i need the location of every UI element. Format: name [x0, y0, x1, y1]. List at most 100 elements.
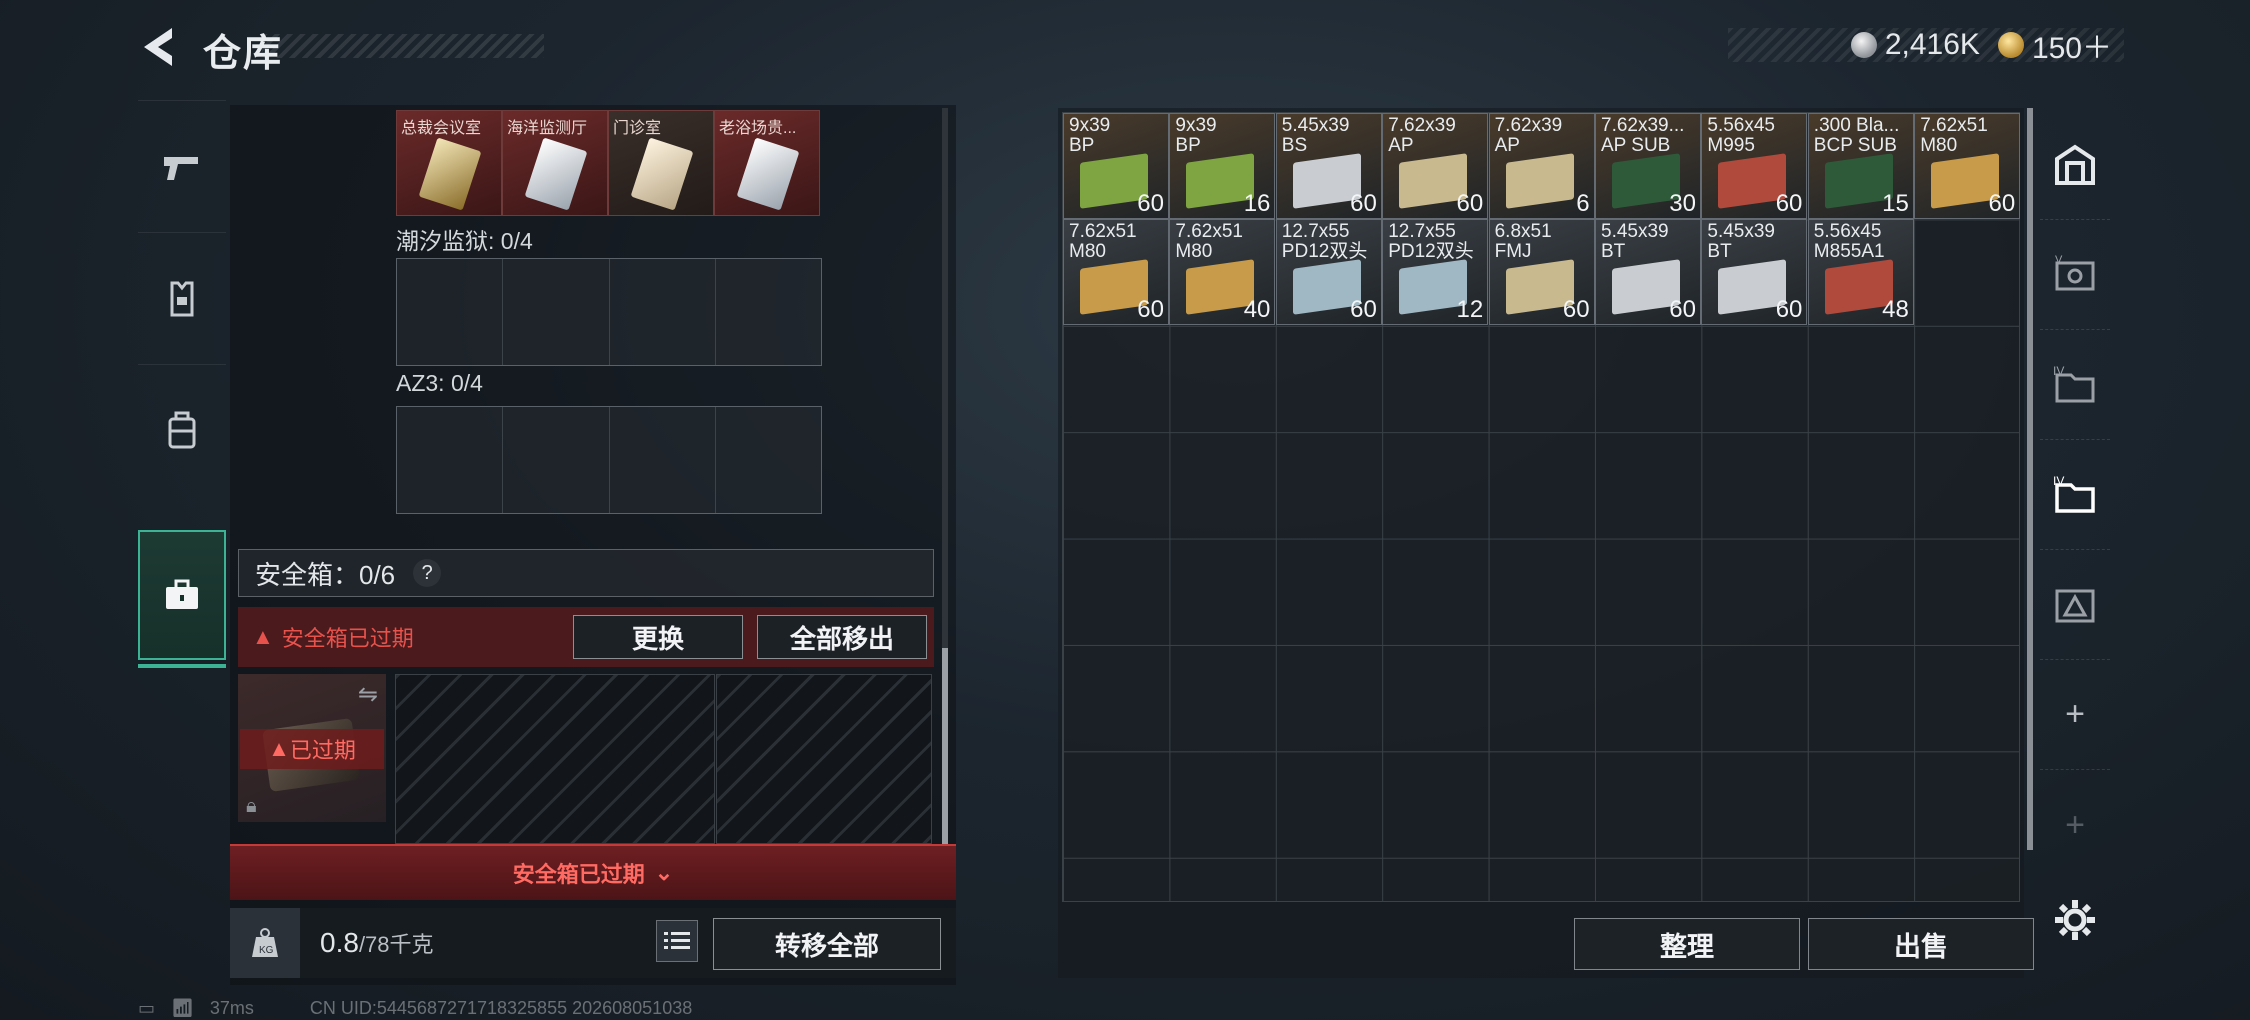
ammo-item[interactable]: 7.62x51 M80 40: [1169, 219, 1276, 326]
ammo-count: 6: [1576, 190, 1590, 217]
ammo-item[interactable]: 7.62x39 AP 60: [1382, 113, 1489, 219]
az3-slots[interactable]: [396, 406, 822, 514]
ammo-count: 40: [1243, 296, 1271, 324]
ammo-item[interactable]: 5.45x39 BT 60: [1701, 219, 1808, 326]
expired-tag: ▲ 已过期: [240, 729, 384, 769]
chevron-down-icon: ⌄: [654, 860, 674, 885]
ammo-item[interactable]: 7.62x51 M80 60: [1063, 219, 1169, 326]
keycard-item[interactable]: 总裁会议室: [396, 110, 502, 216]
expired-warning: ▲ 安全箱已过期: [252, 621, 414, 653]
ammo-caliber: 7.62x51 M80: [1175, 221, 1244, 263]
weight-max: /78千克: [358, 932, 434, 957]
nav-backpack[interactable]: [138, 364, 226, 496]
warning-icon: ▲: [268, 736, 290, 761]
keycard-item[interactable]: 老浴场贵...: [714, 110, 820, 216]
ammo-count: 60: [1350, 190, 1377, 217]
storage-tab-1[interactable]: V: [2040, 220, 2110, 330]
ammo-item[interactable]: 12.7x55 PD12双头 12: [1382, 219, 1489, 326]
ammo-count: 60: [1137, 190, 1164, 217]
left-scrollbar[interactable]: [942, 108, 948, 844]
ammo-item[interactable]: .300 Bla... BCP SUB 15: [1807, 113, 1914, 219]
ammo-caliber: 7.62x39... AP SUB: [1601, 115, 1685, 156]
keycard-item[interactable]: 海洋监测厅: [502, 110, 608, 216]
nav-armor[interactable]: [138, 232, 226, 364]
plus-icon: +: [2065, 805, 2085, 844]
ammo-item[interactable]: 9x39 BP 16: [1169, 113, 1276, 219]
tide-prison-slots[interactable]: [396, 258, 822, 366]
ammo-item[interactable]: 9x39 BP 60: [1063, 113, 1169, 219]
storage-tab-2[interactable]: IV: [2040, 330, 2110, 440]
ammo-item[interactable]: 7.62x51 M80 60: [1914, 113, 2021, 219]
ammo-count: 60: [1775, 190, 1803, 217]
right-storage-nav: V IV IV + +: [2040, 105, 2110, 985]
ammo-item[interactable]: 6.8x51 FMJ 60: [1488, 219, 1595, 326]
wifi-icon: 📶︎: [171, 998, 194, 1018]
ammo-caliber: 5.56x45 M995: [1707, 115, 1776, 156]
ammo-count: 60: [1350, 296, 1377, 324]
storage-tab-3-active[interactable]: IV: [2040, 440, 2110, 550]
list-icon: [664, 932, 690, 949]
storage-main[interactable]: [2040, 110, 2110, 220]
nav-weapons[interactable]: [138, 100, 226, 232]
expired-footer[interactable]: 安全箱已过期 ⌄: [230, 844, 956, 900]
warning-box-icon: [2055, 589, 2095, 622]
settings-button[interactable]: [2040, 865, 2110, 975]
ammo-item[interactable]: 5.56x45 M855A1 48: [1807, 219, 1914, 326]
ammo-item[interactable]: 5.45x39 BT 60: [1595, 219, 1701, 326]
locked-slot-area: [395, 674, 715, 844]
list-view-button[interactable]: [656, 920, 698, 962]
weight-bar: KG 0.8/78千克 转移全部: [230, 908, 956, 978]
folder-icon: IV: [2053, 364, 2095, 402]
back-arrow-icon[interactable]: [138, 22, 178, 72]
ammo-caliber: .300 Bla... BCP SUB: [1813, 115, 1900, 156]
swap-icon[interactable]: ⇋: [358, 680, 378, 709]
silver-currency[interactable]: 2,416K: [1850, 28, 1980, 62]
weight-readout: 0.8/78千克: [320, 927, 434, 959]
ammo-caliber: 12.7x55 PD12双头: [1388, 221, 1474, 263]
keycard-item[interactable]: 门诊室: [608, 110, 714, 216]
nav-safe-box[interactable]: [138, 530, 226, 668]
right-scrollbar[interactable]: [2027, 108, 2033, 850]
ammo-caliber: 7.62x39 AP: [1388, 115, 1456, 156]
transfer-all-button[interactable]: 转移全部: [713, 918, 941, 970]
safe-box-item[interactable]: ▲ 已过期 ⇋ 🔒︎: [238, 674, 386, 822]
svg-text:KG: KG: [259, 945, 274, 956]
warning-icon: ▲: [252, 624, 274, 649]
storage-tab-4[interactable]: [2040, 550, 2110, 660]
ammo-caliber: 5.45x39 BT: [1601, 221, 1669, 263]
briefcase-icon: [166, 579, 198, 609]
gear-icon: [2055, 900, 2095, 940]
gold-amount: 150＋: [2031, 32, 2112, 65]
ammo-item[interactable]: 7.62x39... AP SUB 30: [1595, 113, 1701, 219]
keycard-label: 总裁会议室: [401, 120, 482, 137]
ammo-item[interactable]: 5.45x39 BS 60: [1275, 113, 1382, 219]
keycard-icon: [524, 137, 588, 211]
gold-currency[interactable]: 150＋: [1997, 23, 2112, 67]
remove-all-button[interactable]: 全部移出: [757, 615, 927, 659]
ammo-item[interactable]: 12.7x55 PD12双头 60: [1275, 219, 1382, 326]
svg-text:IV: IV: [2053, 474, 2064, 488]
armor-vest-icon: [170, 281, 194, 316]
ammo-caliber: 6.8x51 FMJ: [1494, 221, 1552, 263]
gold-coin-icon: [1997, 32, 2024, 58]
stash-grid[interactable]: 9x39 BP 60 9x39 BP 16 5.45x39 BS 60 7.62x39 AP…: [1062, 112, 2021, 902]
battery-icon: ▭: [138, 998, 156, 1018]
lock-icon: 🔒︎: [246, 795, 257, 817]
keycard-row: 总裁会议室 海洋监测厅 门诊室 老浴场贵...: [396, 110, 820, 216]
ammo-count: 60: [1456, 190, 1484, 217]
sort-button[interactable]: 整理: [1574, 918, 1800, 970]
ammo-caliber: 5.56x45 M855A1: [1813, 221, 1885, 263]
ammo-item[interactable]: 5.56x45 M995 60: [1701, 113, 1808, 219]
sell-button[interactable]: 出售: [1808, 918, 2034, 970]
ammo-count: 48: [1882, 296, 1909, 324]
ammo-count: 15: [1882, 190, 1909, 217]
ammo-item[interactable]: 7.62x39 AP 6: [1488, 113, 1595, 219]
replace-button[interactable]: 更换: [573, 615, 743, 659]
currency-bar: 2,416K 150＋: [1728, 28, 2124, 65]
az3-label: AZ3: 0/4: [396, 370, 483, 396]
add-storage-button[interactable]: +: [2040, 660, 2110, 770]
safe-box-label: 安全箱：0/6: [255, 559, 396, 590]
ammo-count: 60: [1988, 190, 2016, 217]
folder-icon: IV: [2053, 474, 2095, 513]
help-icon[interactable]: ?: [413, 559, 442, 587]
